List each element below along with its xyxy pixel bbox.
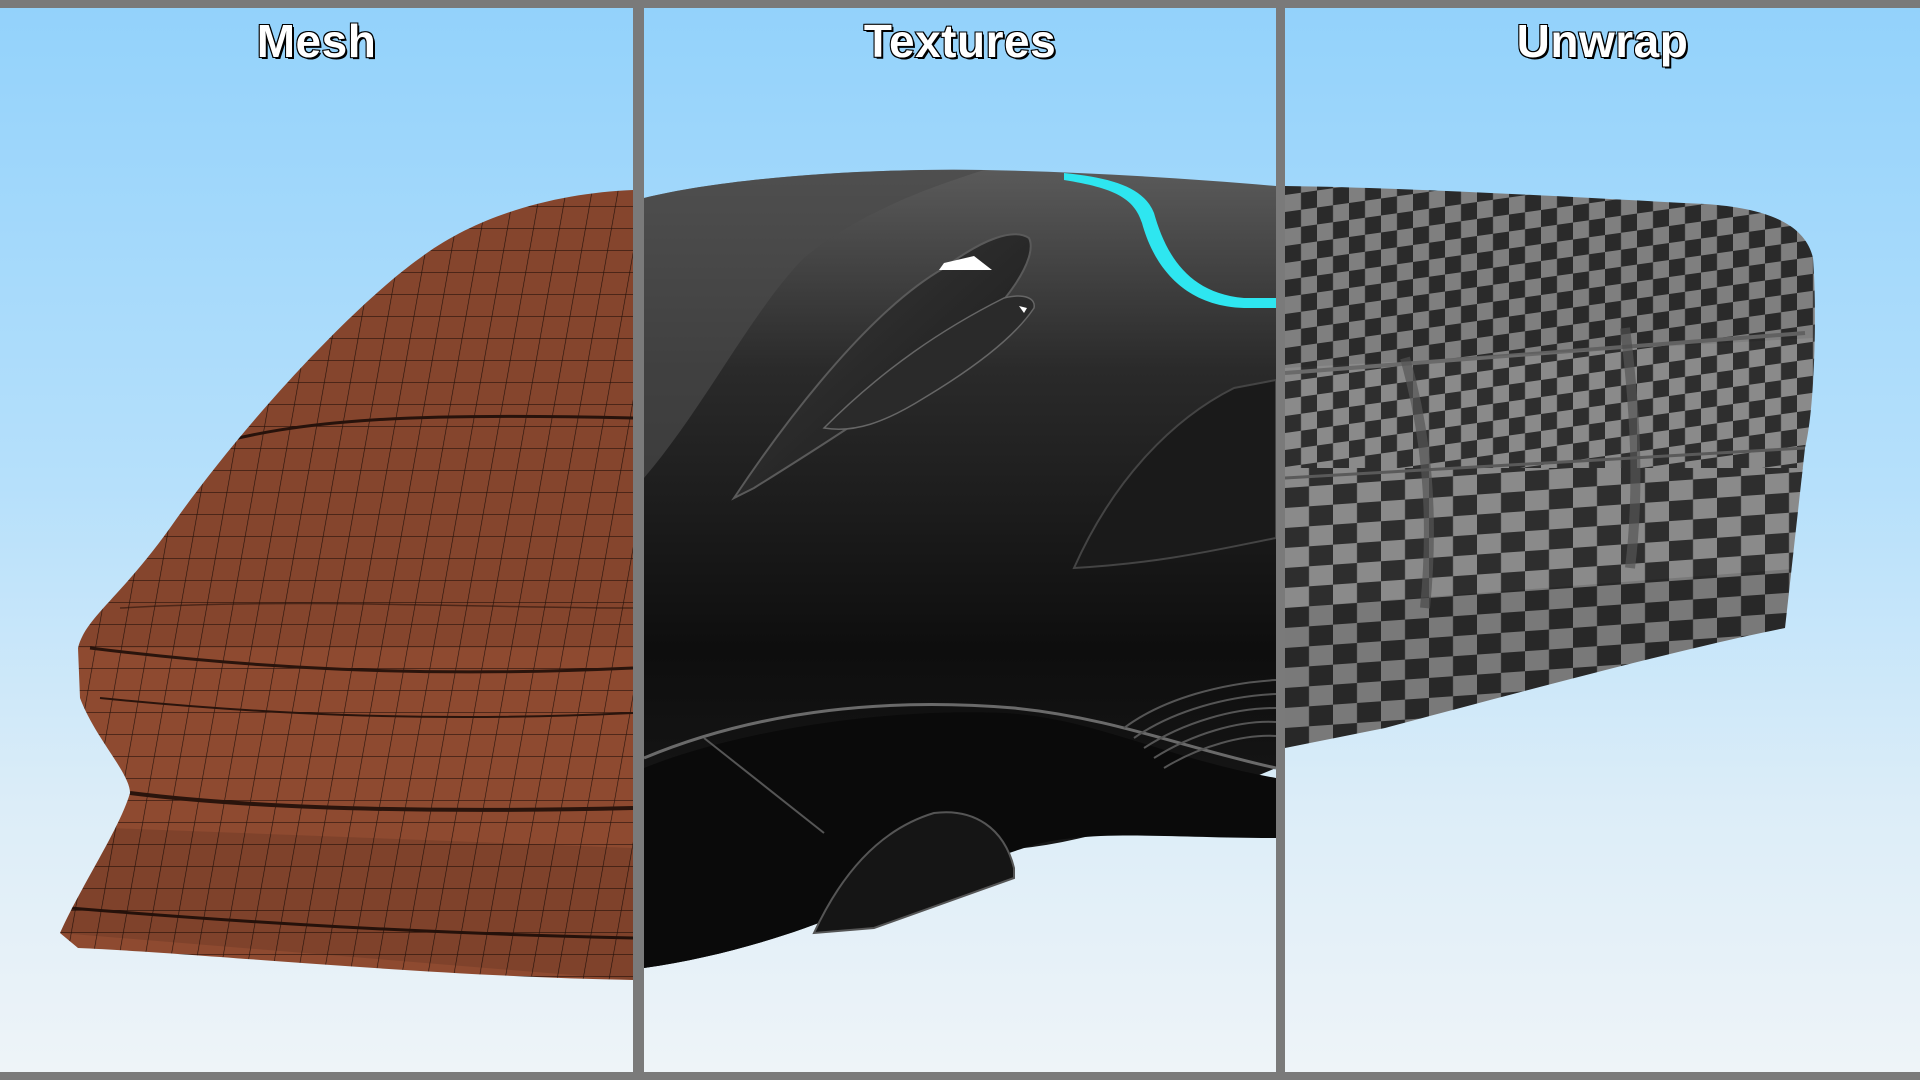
panel-title-unwrap: Unwrap (1516, 14, 1689, 68)
mesh-panel: Mesh (0, 8, 633, 1072)
comparison-frame: Mesh Textures Unwrap (0, 0, 1920, 1080)
textures-panel: Textures (644, 8, 1276, 1072)
train-nose-textured (644, 169, 1276, 968)
panel-title-textures: Textures (863, 14, 1057, 68)
mesh-body (60, 190, 633, 980)
panel-title-mesh: Mesh (256, 14, 377, 68)
mesh-render (60, 190, 633, 980)
checker-uv-body (1285, 186, 1815, 748)
unwrap-render (1285, 186, 1815, 748)
textured-render (644, 169, 1276, 968)
unwrap-panel: Unwrap (1285, 8, 1920, 1072)
